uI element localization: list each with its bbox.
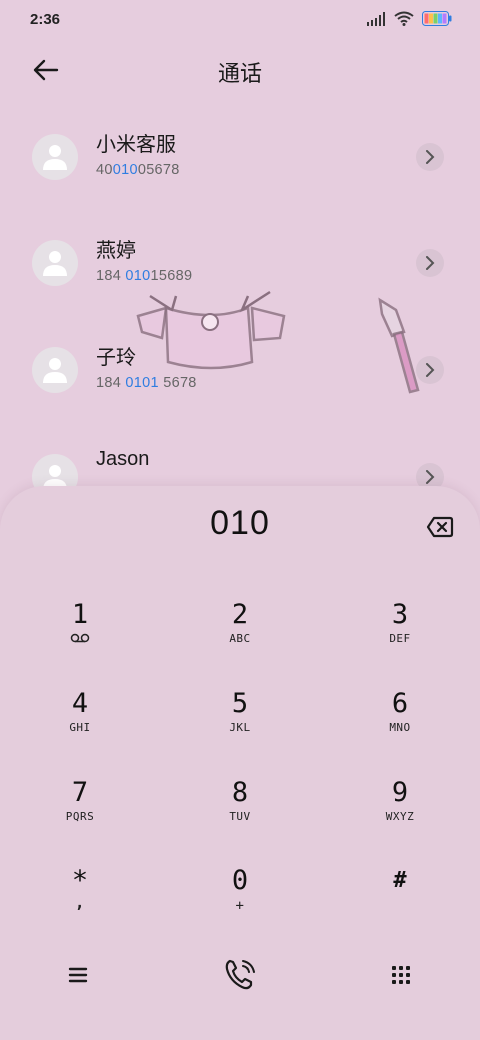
page-title: 通话 bbox=[217, 62, 262, 87]
contact-name: Jason bbox=[96, 448, 150, 470]
contact-number: 4001005678 bbox=[96, 162, 180, 178]
key-8[interactable]: 8 TUV bbox=[180, 778, 300, 858]
status-bar: 2:36 bbox=[0, 0, 480, 40]
key-6[interactable]: 6 MNO bbox=[340, 689, 460, 769]
keypad-toggle-button[interactable] bbox=[376, 950, 426, 1000]
key-hash[interactable]: # bbox=[340, 866, 460, 946]
avatar bbox=[32, 134, 78, 180]
contact-name: 子玲 bbox=[96, 345, 136, 369]
key-0[interactable]: 0 + bbox=[180, 866, 300, 946]
battery-icon bbox=[422, 11, 452, 30]
detail-button[interactable] bbox=[416, 249, 444, 277]
chevron-right-icon bbox=[426, 150, 435, 164]
person-icon bbox=[43, 358, 67, 383]
call-button[interactable] bbox=[215, 950, 265, 1000]
detail-button[interactable] bbox=[416, 143, 444, 171]
detail-button[interactable] bbox=[416, 356, 444, 384]
keypad-icon bbox=[392, 966, 410, 984]
avatar bbox=[32, 347, 78, 393]
avatar bbox=[32, 240, 78, 286]
contact-number: 184 0101 5678 bbox=[96, 375, 197, 391]
dial-panel: 010 1 2 ABC 3 DEF 4 GHI 5 JKL 6 MNO 7 PQ… bbox=[0, 486, 480, 1040]
person-icon bbox=[43, 251, 67, 276]
call-icon bbox=[225, 959, 255, 990]
contact-name: 小米客服 bbox=[96, 132, 176, 156]
chevron-right-icon bbox=[426, 363, 435, 377]
key-7[interactable]: 7 PQRS bbox=[20, 778, 140, 858]
chevron-right-icon bbox=[426, 256, 435, 270]
status-icons bbox=[366, 11, 452, 30]
contact-number: 184 01015689 bbox=[96, 268, 193, 284]
status-time: 2:36 bbox=[30, 11, 61, 28]
list-item[interactable]: 燕婷 184 01015689 bbox=[0, 220, 480, 310]
key-9[interactable]: 9 WXYZ bbox=[340, 778, 460, 858]
list-item[interactable]: 子玲 184 0101 5678 bbox=[0, 327, 480, 417]
header: 通话 bbox=[0, 40, 480, 100]
key-1[interactable]: 1 bbox=[20, 600, 140, 680]
key-4[interactable]: 4 GHI bbox=[20, 689, 140, 769]
person-icon bbox=[43, 145, 67, 170]
menu-button[interactable] bbox=[53, 950, 103, 1000]
contact-name: 燕婷 bbox=[96, 238, 136, 262]
chevron-right-icon bbox=[426, 470, 435, 484]
list-item[interactable]: 小米客服 4001005678 bbox=[0, 114, 480, 204]
backspace-button[interactable] bbox=[424, 512, 456, 542]
key-2[interactable]: 2 ABC bbox=[180, 600, 300, 680]
menu-icon bbox=[68, 967, 88, 983]
key-3[interactable]: 3 DEF bbox=[340, 600, 460, 680]
signal-icon bbox=[366, 11, 386, 30]
backspace-icon bbox=[426, 516, 454, 538]
dial-input[interactable]: 010 bbox=[0, 504, 480, 543]
key-5[interactable]: 5 JKL bbox=[180, 689, 300, 769]
wifi-icon bbox=[394, 11, 414, 30]
key-star[interactable]: * , bbox=[20, 866, 140, 946]
voicemail-icon bbox=[70, 633, 90, 643]
